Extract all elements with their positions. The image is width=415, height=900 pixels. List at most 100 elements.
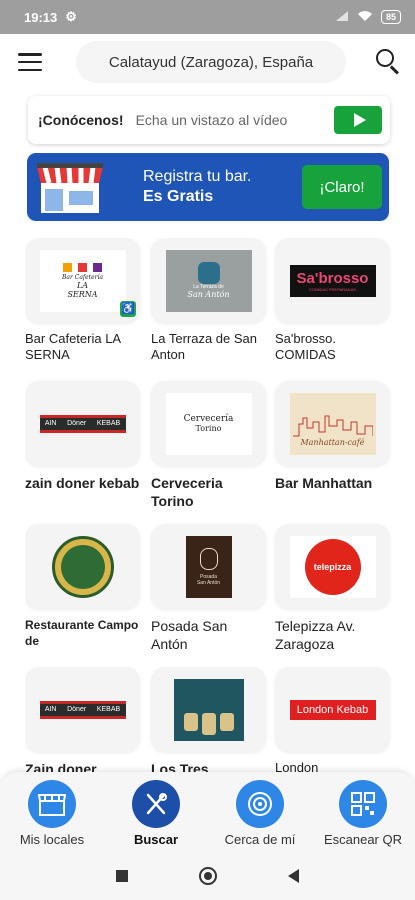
bar-thumbnail: Posada San Antón bbox=[151, 524, 266, 609]
signal-icon bbox=[335, 10, 349, 25]
bar-thumbnail: AIN Döner KEBAB bbox=[25, 667, 140, 752]
bar-logo: AIN Döner KEBAB bbox=[39, 414, 126, 433]
register-button[interactable]: ¡Claro! bbox=[302, 165, 382, 209]
bar-logo-text: LA bbox=[76, 280, 89, 290]
bar-logo-text: KEBAB bbox=[96, 420, 121, 427]
bar-logo-text: COMIDAS PREPARADAS bbox=[309, 286, 356, 292]
bar-name: Telepizza Av. Zaragoza bbox=[275, 618, 356, 652]
recent-apps-icon[interactable] bbox=[116, 870, 128, 882]
bar-thumbnail bbox=[25, 524, 140, 609]
bar-grid: Bar Cafetería LA SERNA ♿ Bar Cafeteria L… bbox=[25, 238, 395, 778]
shop-icon bbox=[35, 157, 105, 217]
bar-logo: AIN Döner KEBAB bbox=[39, 700, 126, 719]
nav-buscar[interactable]: Buscar bbox=[106, 780, 206, 847]
bar-logo bbox=[173, 678, 244, 741]
register-text: Registra tu bar. Es Gratis bbox=[143, 167, 252, 207]
bar-logo-text: AIN bbox=[44, 420, 57, 427]
hamburger-menu-icon[interactable] bbox=[18, 53, 42, 71]
golf-emblem-icon bbox=[51, 535, 114, 598]
radar-icon bbox=[236, 780, 284, 828]
bar-thumbnail: Bar Cafetería LA SERNA ♿ bbox=[25, 238, 140, 323]
back-icon[interactable] bbox=[288, 869, 299, 883]
bar-logo: Sa'brosso COMIDAS PREPARADAS bbox=[289, 264, 376, 297]
bar-logo-text: Cervecería bbox=[183, 414, 234, 424]
bar-card[interactable]: La Terraza de San Antón La Terraza de Sa… bbox=[151, 238, 266, 363]
bar-logo-text: KEBAB bbox=[96, 706, 121, 713]
bar-logo-text: Döner bbox=[67, 706, 87, 713]
cup-icon bbox=[201, 712, 216, 735]
bar-card[interactable]: Restaurante Campo de bbox=[25, 524, 140, 649]
nav-label: Mis locales bbox=[19, 832, 85, 847]
bar-card[interactable]: Cervecería Torino Cerveceria Torino bbox=[151, 381, 266, 510]
wifi-icon bbox=[357, 10, 373, 25]
bar-card[interactable]: AIN Döner KEBAB zain doner kebab bbox=[25, 381, 140, 492]
bar-name: Bar Cafeteria LA SERNA bbox=[25, 331, 121, 362]
bar-name: Cerveceria Torino bbox=[151, 475, 223, 509]
nav-label: Buscar bbox=[133, 832, 179, 847]
bar-card[interactable]: Bar Cafetería LA SERNA ♿ Bar Cafeteria L… bbox=[25, 238, 140, 363]
bar-name: La Terraza de San Anton bbox=[151, 331, 257, 362]
bar-logo-text: San Antón bbox=[196, 579, 221, 586]
home-icon[interactable] bbox=[199, 867, 217, 885]
bar-logo: Posada San Antón bbox=[185, 535, 232, 598]
search-icon[interactable] bbox=[376, 49, 402, 75]
top-bar: Calatayud (Zaragoza), España bbox=[0, 34, 415, 90]
bar-card[interactable]: Sa'brosso COMIDAS PREPARADAS Sa'brosso. … bbox=[275, 238, 390, 363]
bar-thumbnail: telepizza bbox=[275, 524, 390, 609]
bar-logo-text: Sa'brosso bbox=[296, 269, 369, 287]
register-line1: Registra tu bar. bbox=[143, 168, 252, 185]
cup-icon bbox=[183, 712, 198, 731]
bar-logo: La Terraza de San Antón bbox=[165, 249, 252, 312]
bar-logo: Bar Cafetería LA SERNA bbox=[39, 249, 126, 312]
owl-icon bbox=[197, 262, 220, 284]
bar-name: Sa'brosso. COMIDAS bbox=[275, 331, 337, 362]
status-time: 19:13 bbox=[24, 9, 58, 25]
bar-logo-text: telepizza bbox=[313, 561, 352, 572]
video-banner[interactable]: ¡Conócenos! Echa un vistazo al vídeo bbox=[28, 96, 390, 144]
nav-mis-locales[interactable]: Mis locales bbox=[2, 780, 102, 847]
settings-gear-icon: ⚙ bbox=[65, 9, 77, 24]
location-selector[interactable]: Calatayud (Zaragoza), España bbox=[76, 41, 346, 83]
bar-card[interactable]: Posada San Antón Posada San Antón bbox=[151, 524, 266, 653]
skyline-icon bbox=[292, 415, 373, 436]
status-bar: 19:13 ⚙ 85 bbox=[0, 0, 415, 34]
system-navigation-bar bbox=[0, 852, 415, 900]
video-banner-subtitle: Echa un vistazo al vídeo bbox=[135, 112, 288, 128]
bar-card[interactable]: AIN Döner KEBAB Zain doner bbox=[25, 667, 140, 778]
bar-card[interactable]: Manhattan-café Bar Manhattan bbox=[275, 381, 390, 492]
bar-thumbnail bbox=[151, 667, 266, 752]
bar-logo-text: Manhattan-café bbox=[300, 437, 365, 447]
bar-card[interactable]: Los Tres bbox=[151, 667, 266, 778]
battery-indicator: 85 bbox=[380, 10, 401, 24]
bar-logo-text: Bar Cafetería bbox=[61, 273, 104, 281]
bar-name: Restaurante Campo de bbox=[25, 618, 139, 648]
nav-escanear-qr[interactable]: Escanear QR bbox=[313, 780, 413, 847]
bar-logo bbox=[40, 535, 126, 598]
accessibility-icon: ♿ bbox=[120, 301, 136, 317]
video-banner-title: ¡Conócenos! bbox=[38, 112, 124, 128]
bar-name: zain doner kebab bbox=[25, 475, 140, 491]
bar-card[interactable]: telepizza Telepizza Av. Zaragoza bbox=[275, 524, 390, 653]
register-banner[interactable]: Registra tu bar. Es Gratis ¡Claro! bbox=[27, 153, 389, 221]
nav-label: Escanear QR bbox=[323, 832, 403, 847]
store-icon bbox=[28, 780, 76, 828]
bar-logo-text: AIN bbox=[44, 706, 57, 713]
bar-thumbnail: Cervecería Torino bbox=[151, 381, 266, 466]
bar-logo-text: London Kebab bbox=[296, 703, 369, 716]
bar-logo-text: San Antón bbox=[187, 290, 230, 299]
bar-logo: Cervecería Torino bbox=[165, 392, 252, 455]
bar-thumbnail: La Terraza de San Antón bbox=[151, 238, 266, 323]
bar-logo: Manhattan-café bbox=[289, 392, 376, 455]
bar-name: Posada San Antón bbox=[151, 618, 228, 652]
telepizza-logo: telepizza bbox=[304, 538, 361, 595]
bar-logo: telepizza bbox=[289, 535, 376, 598]
nav-label: Cerca de mí bbox=[224, 832, 296, 847]
bar-card[interactable]: London Kebab London bbox=[275, 667, 390, 776]
bar-name: Bar Manhattan bbox=[275, 475, 373, 491]
nav-cerca-de-mi[interactable]: Cerca de mí bbox=[210, 780, 310, 847]
play-video-button[interactable] bbox=[334, 106, 382, 134]
cup-icon bbox=[219, 712, 234, 731]
bar-thumbnail: AIN Döner KEBAB bbox=[25, 381, 140, 466]
bar-thumbnail: London Kebab bbox=[275, 667, 390, 752]
register-line2: Es Gratis bbox=[143, 188, 214, 205]
